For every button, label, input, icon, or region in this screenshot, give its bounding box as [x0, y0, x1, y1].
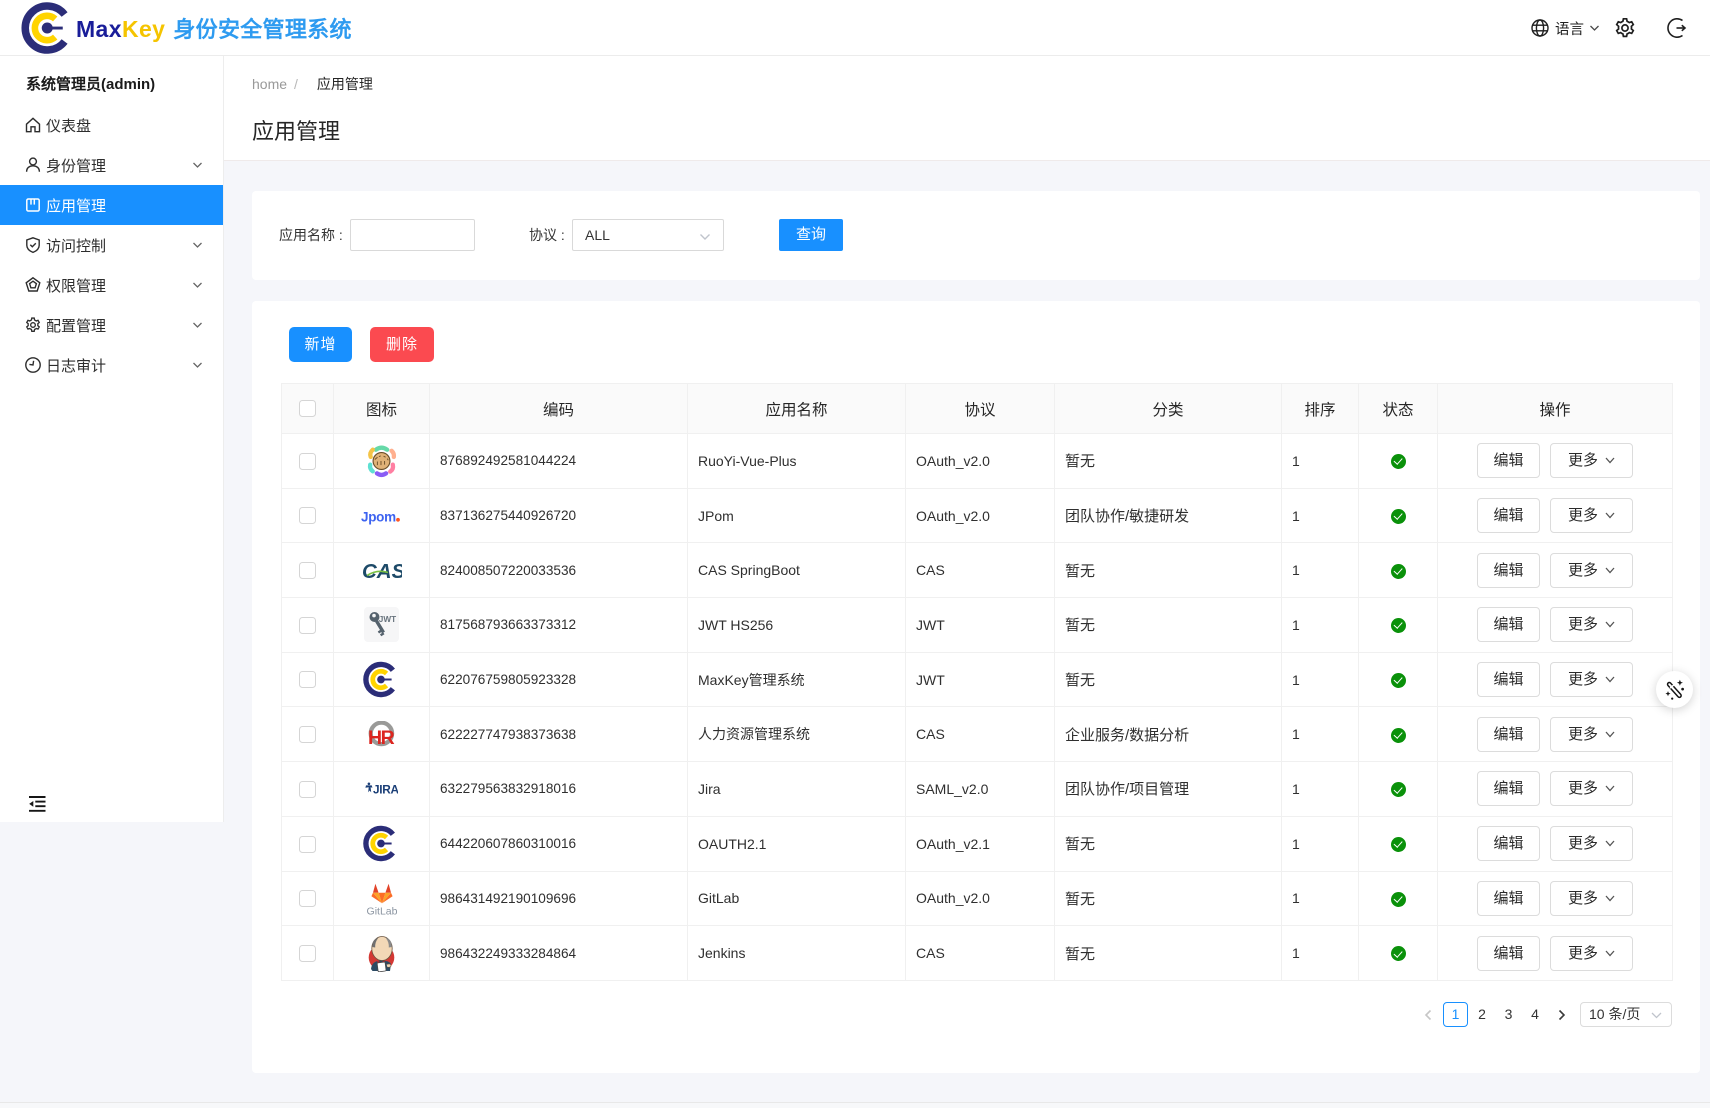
svg-text:JIRA: JIRA	[373, 783, 398, 797]
svg-text:HR: HR	[368, 727, 395, 748]
svg-text:Jpom: Jpom	[361, 509, 396, 524]
svg-text:JWT: JWT	[379, 616, 396, 625]
svg-text:GitLab: GitLab	[367, 906, 397, 917]
